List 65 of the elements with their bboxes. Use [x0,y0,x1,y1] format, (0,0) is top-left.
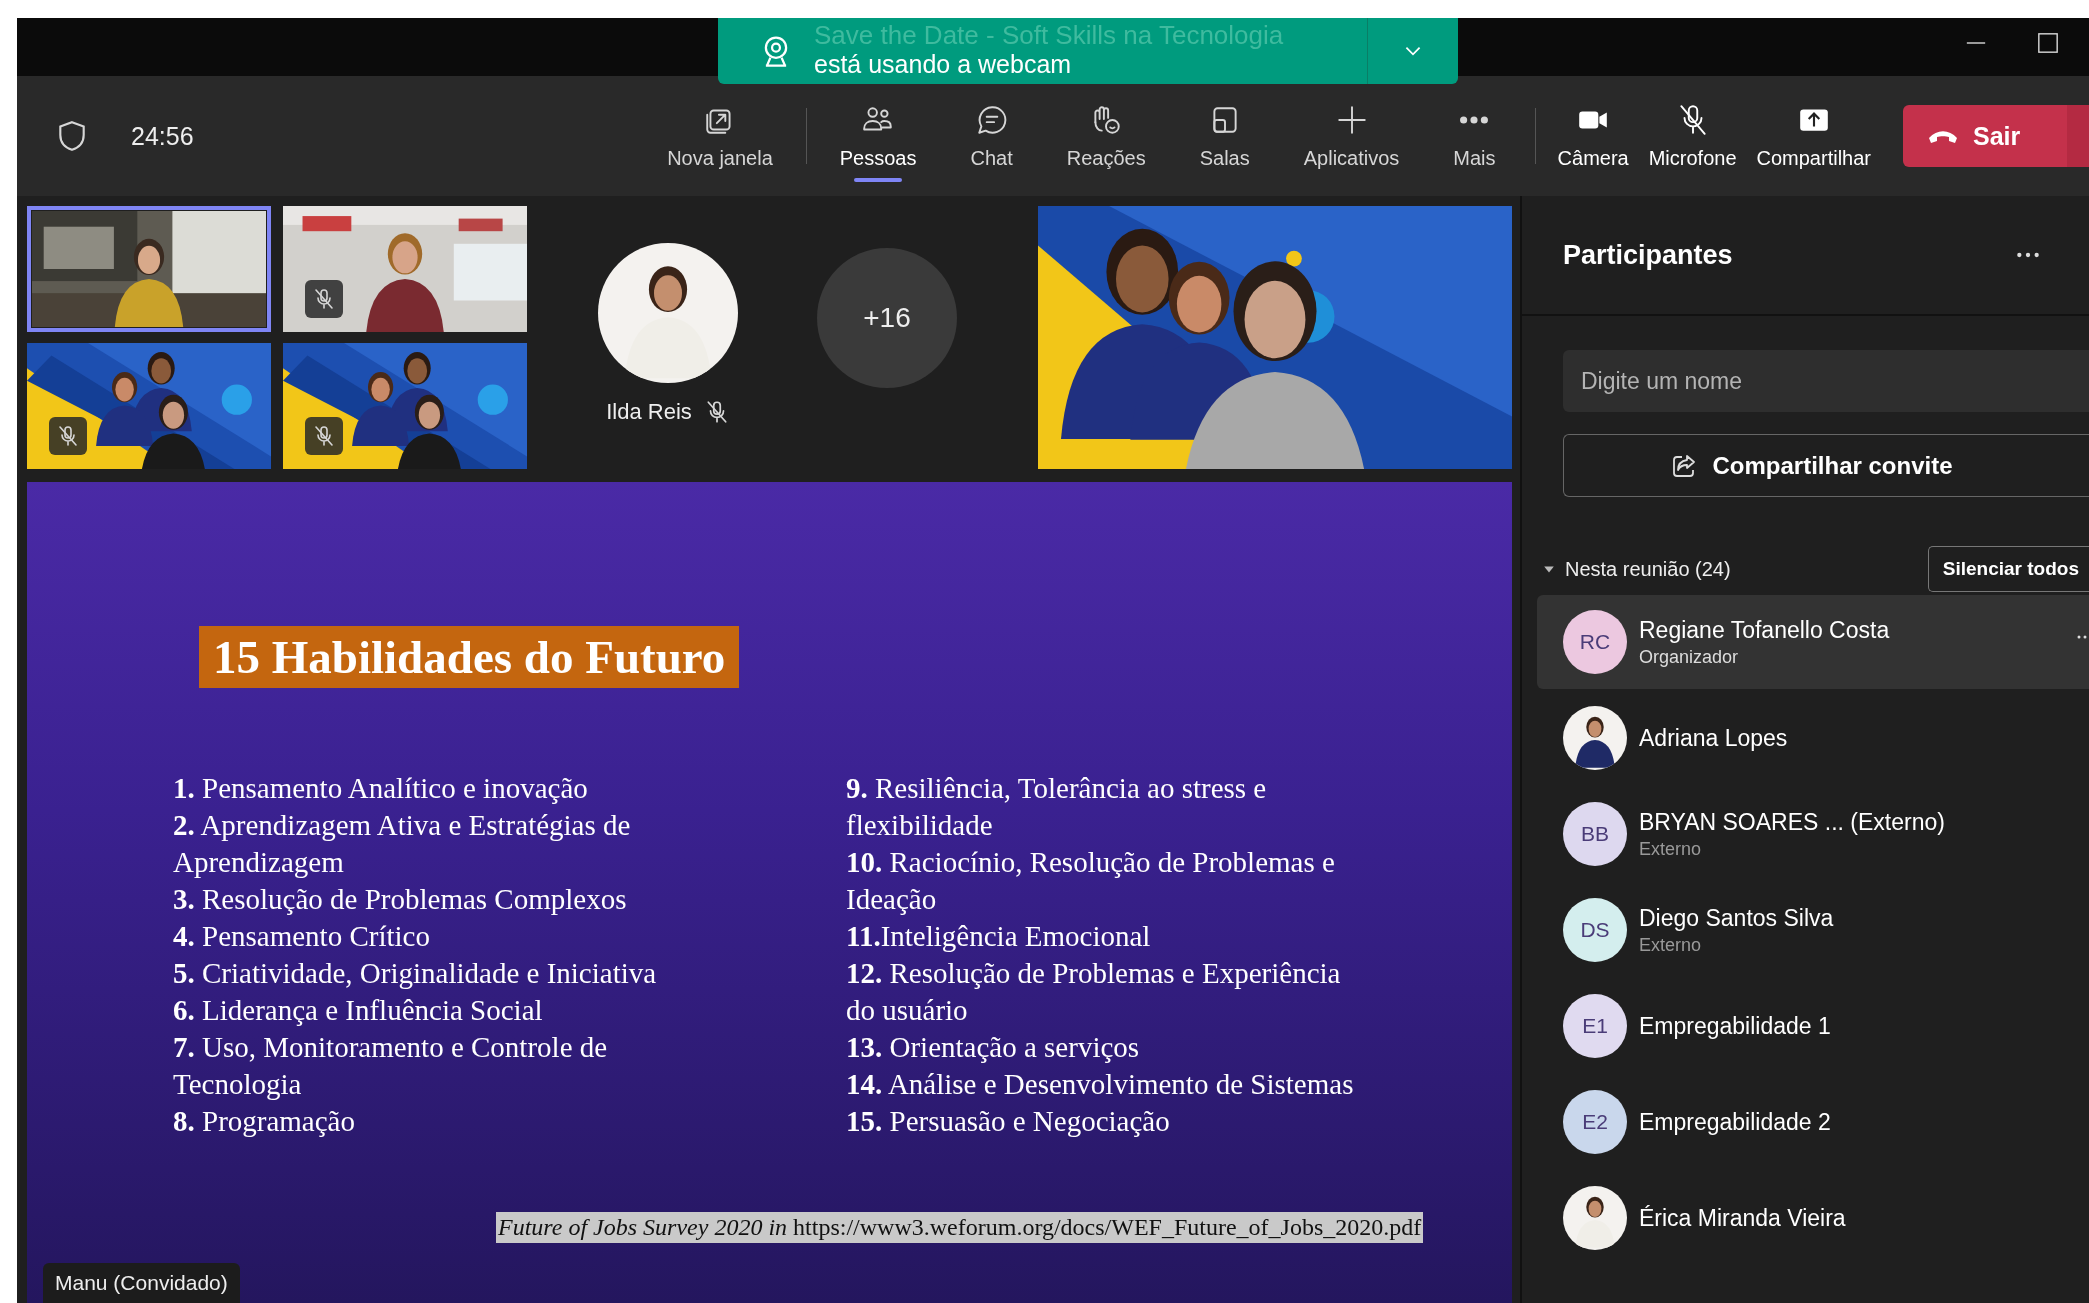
participant-row[interactable]: E1 Empregabilidade 1 [1537,979,2089,1073]
meeting-timer: 24:56 [131,121,194,151]
list-item: 3. Resolução de Problemas Complexos [173,882,628,917]
toolbar-button[interactable]: Aplicativos [1276,76,1427,196]
participant-name: Ilda Reis [606,398,692,425]
mute-all-button[interactable]: Silenciar todos [1927,546,2089,592]
more-options-icon[interactable] [2077,635,2089,639]
list-item: 4. Pensamento Crítico [173,919,431,954]
list-item: 10. Raciocínio, Resolução de Problemas e Ideação [846,845,1336,917]
more-options-icon [1459,114,1490,125]
speaker-label: Manu (Convidado) [43,1263,240,1303]
list-item: 1. Pensamento Analítico e inovação [173,771,589,806]
participant-role: Organizador [1639,646,1740,668]
camera-button[interactable]: Câmera [1547,76,1639,196]
initials-avatar: DS [1563,898,1627,962]
list-item: 2. Aprendizagem Ativa e Estratégias de Aprendizagem [173,808,632,880]
toolbar-button[interactable]: Salas [1172,76,1277,196]
toolbar-button[interactable]: Mais [1426,76,1523,196]
participant-name: Regiane Tofanello Costa [1639,616,1890,644]
initials-avatar: BB [1563,802,1627,866]
list-item: 15. Persuasão e Negociação [846,1104,1171,1139]
participant-role: Externo [1639,838,1703,860]
list-item: 13. Orientação a serviços [846,1030,1141,1065]
toolbar-button[interactable]: Pessoas [812,76,944,196]
participant-row[interactable]: RC Regiane Tofanello Costa Organizador [1537,595,2089,689]
list-item: 6. Liderança e Influência Social [173,993,544,1028]
overflow-count[interactable]: +16 [817,247,957,388]
initials-avatar: RC [1563,610,1627,674]
participant-row[interactable]: Adriana Lopes [1537,691,2089,785]
source-citation: Future of Jobs Survey 2020 in https://www3.weforum.org/docs/WEF_Future_of_Jobs_2020.pdf [496,1212,1424,1243]
participant-row[interactable]: Érica Miranda Vieira [1537,1171,2089,1265]
initials-avatar: E2 [1563,1090,1627,1154]
toolbar-button[interactable]: Chat [943,76,1040,196]
initials-avatar: E1 [1563,994,1627,1058]
list-item: 14. Análise e Desenvolvimento de Sistemas [846,1067,1355,1102]
list-item: 9. Resiliência, Tolerância ao stress e flexibilidade [846,771,1268,843]
participant-row[interactable]: E2 Empregabilidade 2 [1537,1075,2089,1169]
participant-name: Empregabilidade 1 [1639,1012,1831,1040]
list-item: 8. Programação [173,1104,356,1139]
participant-name: Diego Santos Silva [1639,904,1834,932]
meeting-title: Save the Date - Soft Skills na Tecnologia [814,21,1284,49]
participant-name: Érica Miranda Vieira [1639,1204,1846,1232]
list-item: 11.Inteligência Emocional [846,919,1152,954]
toolbar-button[interactable]: Reações [1039,76,1173,196]
microphone-button[interactable]: Microfone [1638,76,1747,196]
search-field[interactable]: Digite um nome [1563,350,2089,412]
list-item: 12. Resolução de Problemas e Experiência do usuário [846,956,1342,1028]
share-button[interactable]: Compartilhar [1746,76,1881,196]
participant-role: Externo [1639,934,1703,956]
panel-title: Participantes [1563,239,1733,271]
section-toggle[interactable]: Nesta reunião (24) [1543,557,1731,581]
participant-name: Adriana Lopes [1639,724,1788,752]
leave-button[interactable]: Sair [1903,105,2089,167]
list-item: 5. Criatividade, Originalidade e Iniciativa [173,956,658,991]
list-item: 7. Uso, Monitoramento e Controle de Tecnologia [173,1030,609,1102]
more-options-icon[interactable] [2015,250,2041,260]
participant-row[interactable]: DS Diego Santos Silva Externo [1537,883,2089,977]
participant-name: Empregabilidade 2 [1639,1108,1831,1136]
toolbar-button[interactable]: Nova janela [640,76,800,196]
slide-title: 15 Habilidades do Futuro [199,626,740,688]
participant-name: BRYAN SOARES ... (Externo) [1639,808,1945,836]
maximize-icon[interactable] [2037,32,2059,54]
invite-button[interactable]: Compartilhar convite [1563,434,2089,497]
participant-row[interactable]: BB BRYAN SOARES ... (Externo) Externo [1537,787,2089,881]
notification-text: está usando a webcam [814,50,1072,78]
